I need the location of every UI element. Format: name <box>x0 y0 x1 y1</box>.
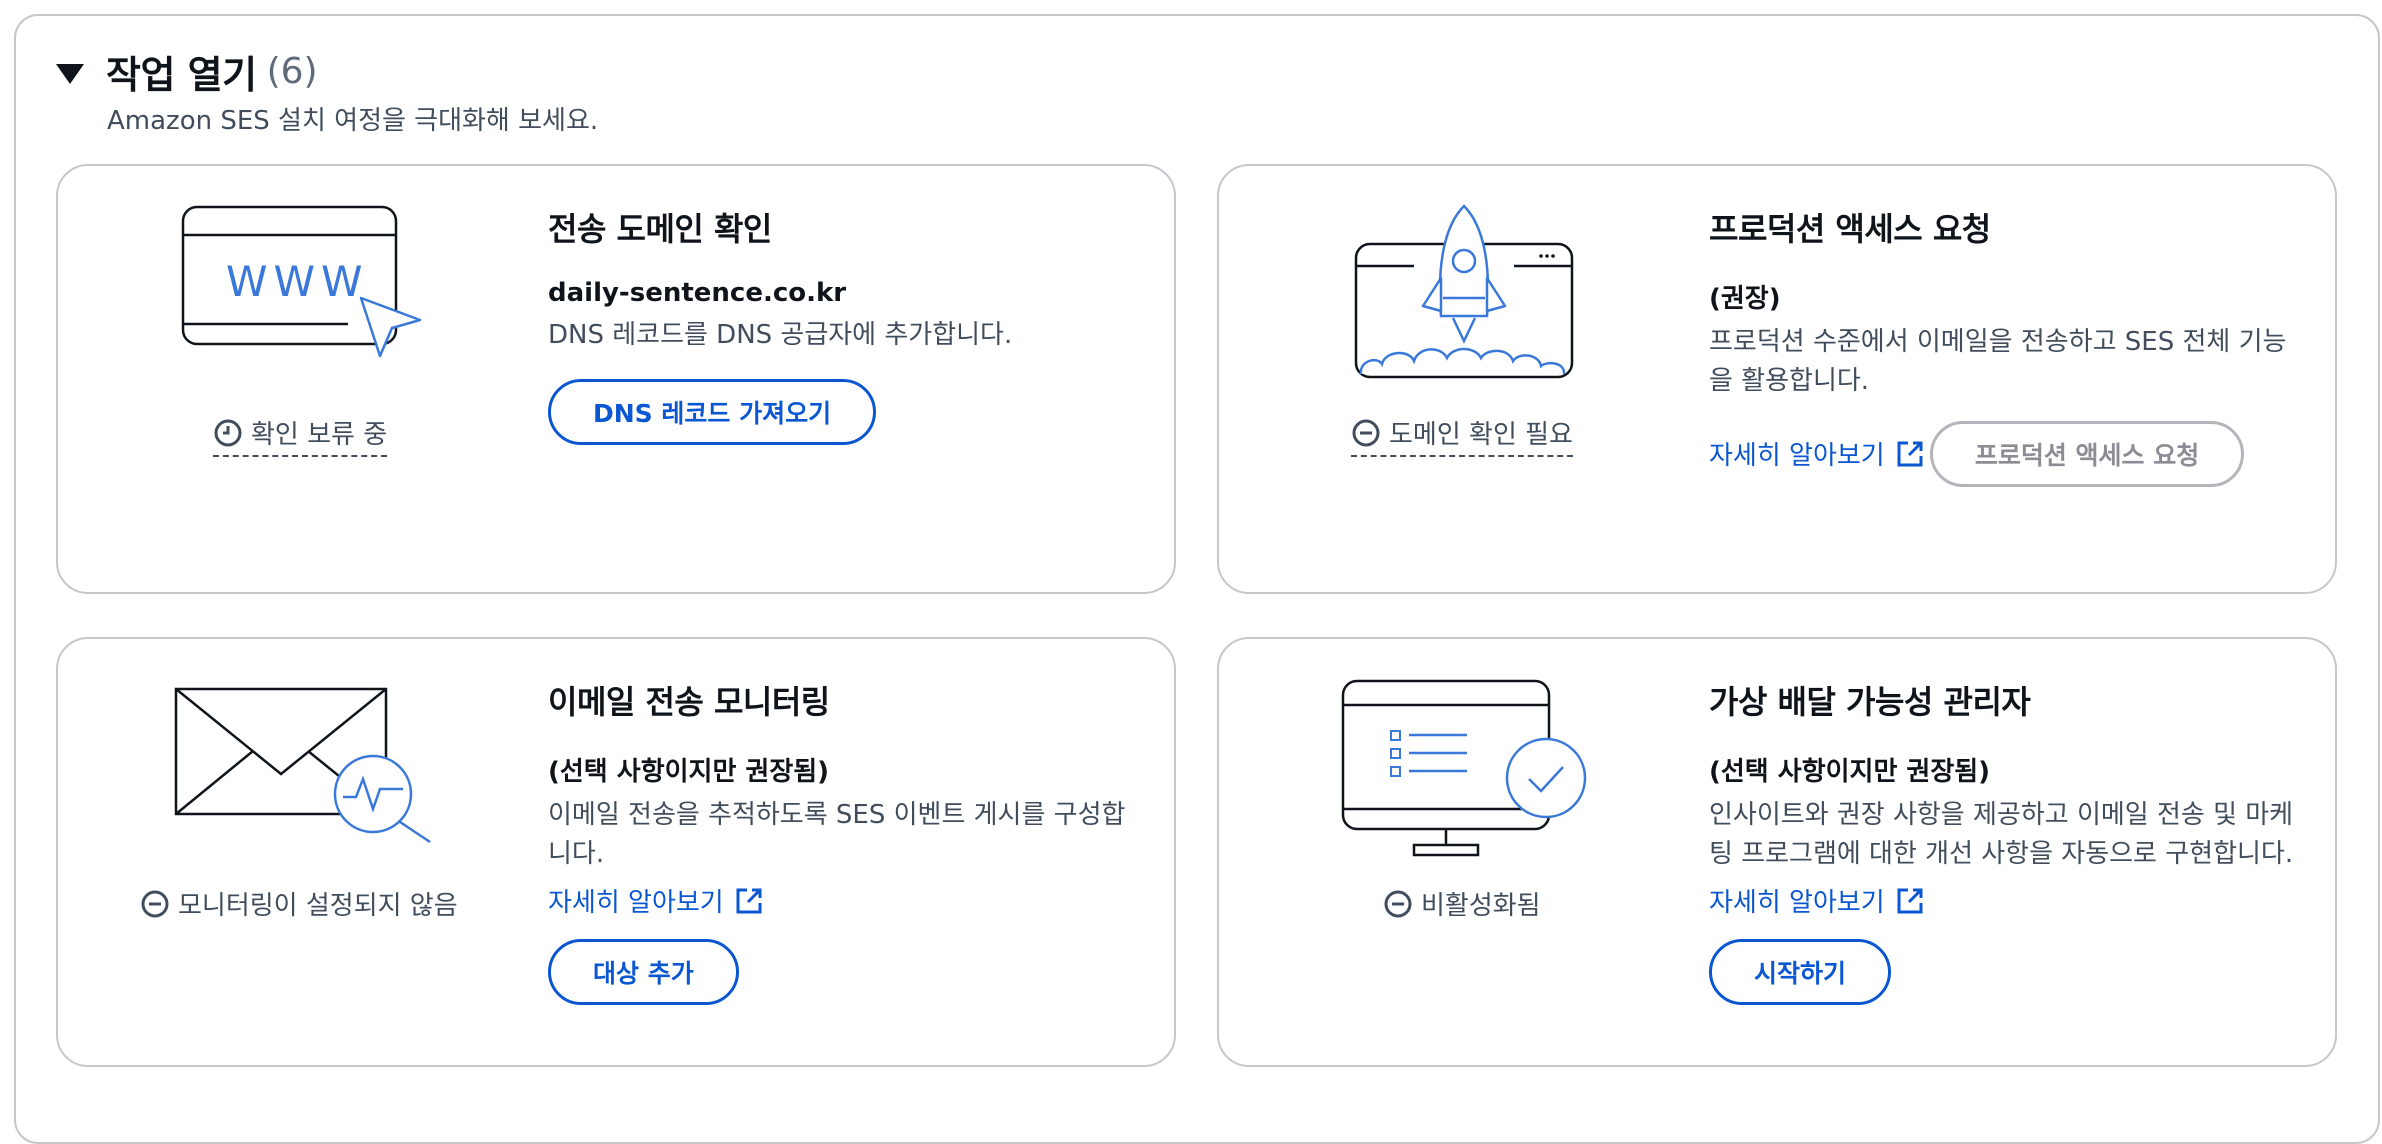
task-card-production-access: 도메인 확인 필요 프로덕션 액세스 요청 (권장) 프로덕션 수준에서 이메일… <box>1217 164 2337 594</box>
external-link-icon <box>1897 888 1923 913</box>
status-label: 도메인 확인 필요 <box>1389 420 1573 450</box>
card-title: 전송 도메인 확인 <box>548 210 772 248</box>
status-label: 확인 보류 중 <box>251 420 388 450</box>
minus-circle-icon <box>1384 890 1412 917</box>
learn-more-label: 자세히 알아보기 <box>1709 441 1885 471</box>
get-started-button[interactable]: 시작하기 <box>1709 939 1892 1005</box>
card-title: 이메일 전송 모니터링 <box>548 683 830 721</box>
task-card-vdm: 비활성화됨 가상 배달 가능성 관리자 (선택 사항이지만 권장됨) 인사이트와… <box>1217 637 2337 1067</box>
task-card-verify-domain: WWW 확인 보류 중 전송 도메인 확인 daily-sentence.co.… <box>56 164 1176 594</box>
status-label: 비활성화됨 <box>1421 891 1541 921</box>
domain-name: daily-sentence.co.kr <box>548 278 847 308</box>
get-dns-records-button[interactable]: DNS 레코드 가져오기 <box>548 379 877 445</box>
section-title: 작업 열기 <box>106 53 257 97</box>
minus-circle-icon <box>141 890 169 917</box>
status-domain-required: 도메인 확인 필요 <box>1351 414 1573 457</box>
card-content: 이메일 전송 모니터링 (선택 사항이지만 권장됨) 이메일 전송을 추적하도록… <box>548 669 1138 1005</box>
card-content: 프로덕션 액세스 요청 (권장) 프로덕션 수준에서 이메일을 전송하고 SES… <box>1709 196 2299 487</box>
card-title: 프로덕션 액세스 요청 <box>1709 210 1991 248</box>
learn-more-link[interactable]: 자세히 알아보기 <box>1709 882 1925 919</box>
card-subtitle: (선택 사항이지만 권장됨) <box>548 757 830 787</box>
section-header[interactable]: 작업 열기 (6) <box>56 44 318 99</box>
card-description: 프로덕션 수준에서 이메일을 전송하고 SES 전체 기능을 활용합니다. <box>1709 327 2287 396</box>
add-destination-button[interactable]: 대상 추가 <box>548 939 739 1005</box>
status-disabled: 비활성화됨 <box>1383 885 1541 922</box>
learn-more-link[interactable]: 자세히 알아보기 <box>548 882 764 919</box>
rocket-launch-icon <box>1354 204 1574 379</box>
external-link-icon <box>1897 441 1923 466</box>
learn-more-label: 자세히 알아보기 <box>1709 888 1885 918</box>
monitor-checklist-icon <box>1341 679 1587 857</box>
card-title: 가상 배달 가능성 관리자 <box>1709 683 2031 721</box>
envelope-monitor-icon <box>174 687 431 844</box>
card-description: 인사이트와 권장 사항을 제공하고 이메일 전송 및 마케팅 프로그램에 대한 … <box>1709 800 2294 869</box>
learn-more-link[interactable]: 자세히 알아보기 <box>1709 435 1925 472</box>
card-description: 이메일 전송을 추적하도록 SES 이벤트 게시를 구성합니다. <box>548 800 1126 869</box>
task-count: (6) <box>266 51 318 92</box>
external-link-icon <box>736 888 762 913</box>
www-browser-icon: WWW <box>181 205 422 358</box>
request-production-access-button[interactable]: 프로덕션 액세스 요청 <box>1929 421 2245 487</box>
status-not-configured: 모니터링이 설정되지 않음 <box>140 885 458 922</box>
card-content: 전송 도메인 확인 daily-sentence.co.kr DNS 레코드를 … <box>548 196 1148 445</box>
card-subtitle: (선택 사항이지만 권장됨) <box>1709 757 1991 787</box>
card-content: 가상 배달 가능성 관리자 (선택 사항이지만 권장됨) 인사이트와 권장 사항… <box>1709 669 2299 1005</box>
status-label: 모니터링이 설정되지 않음 <box>178 891 458 921</box>
card-subtitle: (권장) <box>1709 284 1781 314</box>
status-pending: 확인 보류 중 <box>213 414 388 457</box>
svg-text:WWW: WWW <box>226 257 369 306</box>
minus-circle-icon <box>1352 419 1380 446</box>
section-subtitle: Amazon SES 설치 여정을 극대화해 보세요. <box>107 106 599 136</box>
card-description: DNS 레코드를 DNS 공급자에 추가합니다. <box>548 320 1013 350</box>
learn-more-label: 자세히 알아보기 <box>548 888 724 918</box>
clock-icon <box>214 419 242 446</box>
caret-down-icon[interactable] <box>56 63 84 84</box>
task-card-monitoring: 모니터링이 설정되지 않음 이메일 전송 모니터링 (선택 사항이지만 권장됨)… <box>56 637 1176 1067</box>
